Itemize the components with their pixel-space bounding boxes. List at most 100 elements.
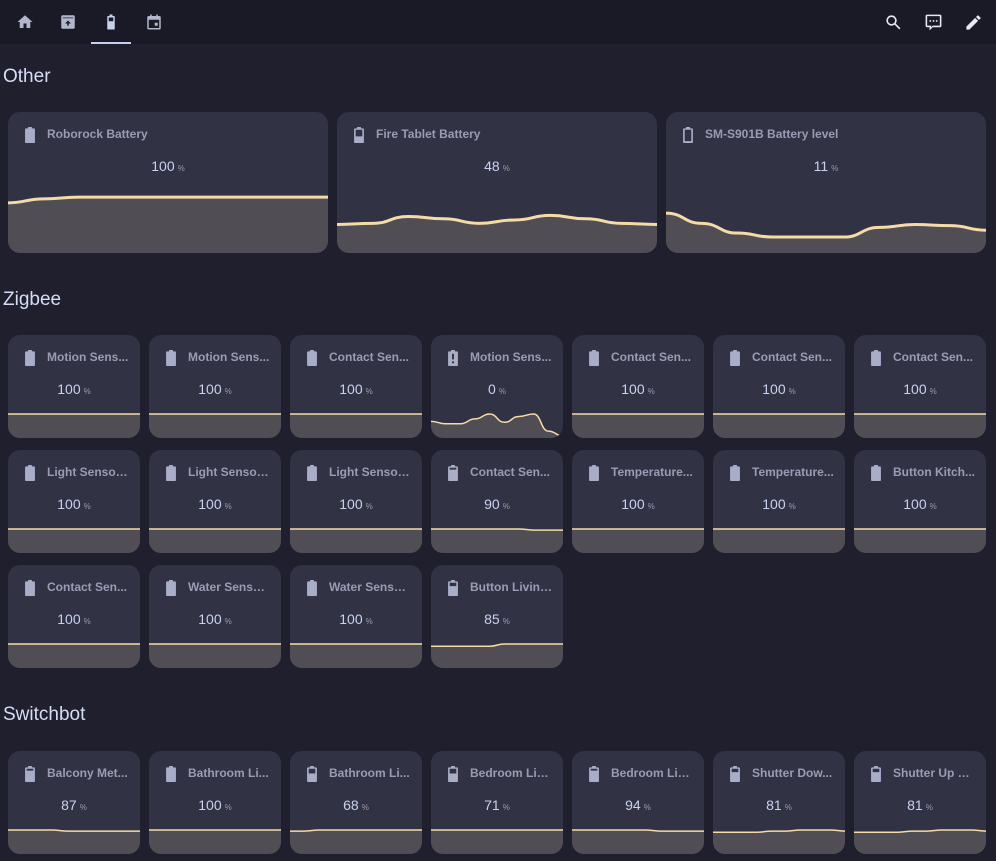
sensor-name: Water Senso... xyxy=(188,580,270,594)
battery-70-icon xyxy=(306,765,318,783)
battery-full-icon xyxy=(165,579,177,597)
value-number: 81 xyxy=(907,797,923,813)
history-graph xyxy=(854,413,986,438)
sensor-name: Fire Tablet Battery xyxy=(376,127,481,141)
sensor-value: 100% xyxy=(572,381,704,397)
tab-robot[interactable] xyxy=(48,0,88,44)
sensor-card[interactable]: Contact Sen... 100% xyxy=(290,335,422,438)
history-graph xyxy=(854,829,986,854)
history-area xyxy=(572,830,704,854)
tab-battery[interactable] xyxy=(91,0,131,44)
history-graph xyxy=(854,528,986,553)
history-graph xyxy=(290,643,422,668)
sensor-card[interactable]: Motion Sens... 100% xyxy=(149,335,281,438)
assist-button[interactable] xyxy=(913,0,953,44)
sensor-card[interactable]: SM-S901B Battery level 11% xyxy=(666,112,986,253)
sensor-card[interactable]: Temperature... 100% xyxy=(572,450,704,553)
section-title: Other xyxy=(3,66,51,87)
sensor-name: Motion Sens... xyxy=(47,350,129,364)
sensor-card[interactable]: Button Living... 85% xyxy=(431,565,563,668)
sensor-card[interactable]: Bathroom Li... 100% xyxy=(149,751,281,854)
sensor-name: Contact Sen... xyxy=(47,580,128,594)
battery-full-icon xyxy=(24,464,36,482)
value-number: 100 xyxy=(903,496,927,512)
sensor-card[interactable]: Water Senso... 100% xyxy=(290,565,422,668)
pencil-icon xyxy=(965,14,981,30)
value-unit: % xyxy=(79,803,87,812)
value-unit: % xyxy=(224,387,232,396)
sensor-card[interactable]: Contact Sen... 90% xyxy=(431,450,563,553)
sensor-card[interactable]: Water Senso... 100% xyxy=(149,565,281,668)
value-number: 100 xyxy=(57,611,81,627)
sensor-name: Roborock Battery xyxy=(47,127,148,141)
battery-full-icon xyxy=(24,579,36,597)
sensor-value: 11% xyxy=(666,158,986,174)
sensor-card[interactable]: Balcony Met... 87% xyxy=(8,751,140,854)
sensor-card[interactable]: Shutter Up B... 81% xyxy=(854,751,986,854)
value-unit: % xyxy=(784,803,792,812)
history-area xyxy=(8,197,328,253)
history-area xyxy=(149,529,281,553)
value-unit: % xyxy=(647,387,655,396)
sensor-name: Light Sensor ... xyxy=(188,465,270,479)
sensor-value: 100% xyxy=(149,797,281,813)
sensor-name: Bedroom Lig... xyxy=(470,766,552,780)
history-graph xyxy=(572,528,704,553)
value-number: 0 xyxy=(488,381,496,397)
sensor-card[interactable]: Button Kitch... 100% xyxy=(854,450,986,553)
sensor-card[interactable]: Light Sensor ... 100% xyxy=(290,450,422,553)
history-area xyxy=(8,529,140,553)
history-area xyxy=(8,644,140,668)
history-area xyxy=(854,414,986,438)
sensor-value: 68% xyxy=(290,797,422,813)
value-unit: % xyxy=(925,803,933,812)
sensor-card[interactable]: Motion Sens... 0% xyxy=(431,335,563,438)
sensor-card[interactable]: Fire Tablet Battery 48% xyxy=(337,112,657,253)
value-number: 81 xyxy=(766,797,782,813)
history-area xyxy=(572,414,704,438)
tab-home[interactable] xyxy=(5,0,45,44)
history-graph xyxy=(431,829,563,854)
history-area xyxy=(149,644,281,668)
value-unit: % xyxy=(643,803,651,812)
tab-calendar[interactable] xyxy=(134,0,174,44)
sensor-name: Button Kitch... xyxy=(893,465,975,479)
battery-full-icon xyxy=(24,349,36,367)
battery-10-icon xyxy=(682,126,694,144)
value-number: 100 xyxy=(57,496,81,512)
search-button[interactable] xyxy=(873,0,913,44)
battery-full-icon xyxy=(165,349,177,367)
battery-full-icon xyxy=(165,464,177,482)
history-area xyxy=(8,830,140,854)
history-area xyxy=(713,830,845,854)
sensor-card[interactable]: Contact Sen... 100% xyxy=(572,335,704,438)
sensor-card[interactable]: Contact Sen... 100% xyxy=(713,335,845,438)
sensor-name: Temperature... xyxy=(611,465,693,479)
value-number: 100 xyxy=(903,381,927,397)
sensor-name: Contact Sen... xyxy=(470,465,551,479)
value-number: 68 xyxy=(343,797,359,813)
edit-button[interactable] xyxy=(953,0,993,44)
sensor-card[interactable]: Roborock Battery 100% xyxy=(8,112,328,253)
sensor-name: Balcony Met... xyxy=(47,766,128,780)
sensor-card[interactable]: Light Sensor ... 100% xyxy=(149,450,281,553)
value-number: 11 xyxy=(813,158,829,174)
sensor-card[interactable]: Temperature... 100% xyxy=(713,450,845,553)
sensor-card[interactable]: Shutter Dow... 81% xyxy=(713,751,845,854)
battery-full-icon xyxy=(729,349,741,367)
sensor-card[interactable]: Light Sensor ... 100% xyxy=(8,450,140,553)
history-graph xyxy=(713,829,845,854)
battery-full-icon xyxy=(306,349,318,367)
battery-50-icon xyxy=(353,126,365,144)
sensor-name: Bathroom Li... xyxy=(329,766,410,780)
sensor-value: 87% xyxy=(8,797,140,813)
history-area xyxy=(854,830,986,854)
sensor-card[interactable]: Motion Sens... 100% xyxy=(8,335,140,438)
sensor-card[interactable]: Bedroom Lig... 94% xyxy=(572,751,704,854)
sensor-card[interactable]: Contact Sen... 100% xyxy=(8,565,140,668)
sensor-card[interactable]: Contact Sen... 100% xyxy=(854,335,986,438)
value-number: 87 xyxy=(61,797,77,813)
value-unit: % xyxy=(502,164,510,173)
sensor-card[interactable]: Bathroom Li... 68% xyxy=(290,751,422,854)
sensor-card[interactable]: Bedroom Lig... 71% xyxy=(431,751,563,854)
